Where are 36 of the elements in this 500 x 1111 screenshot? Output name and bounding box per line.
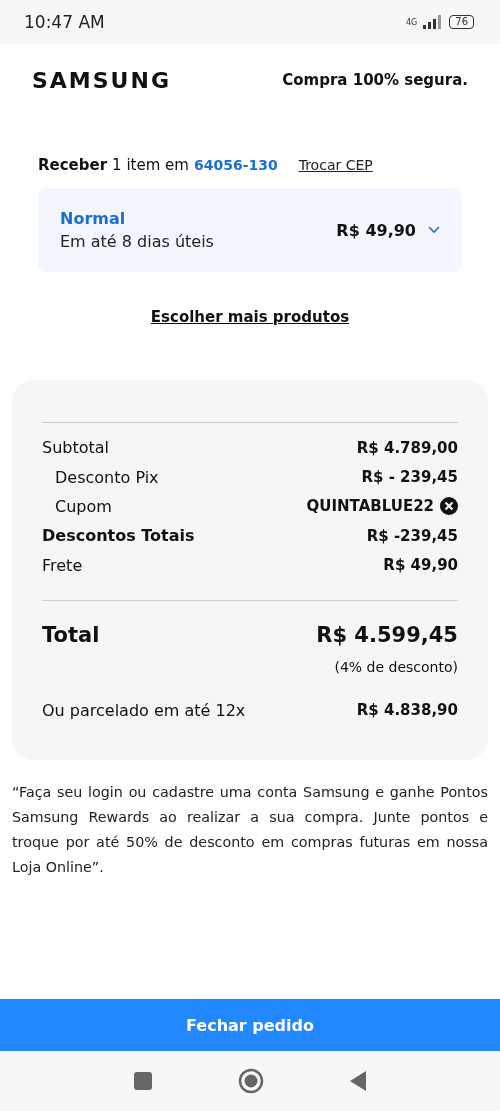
recents-icon[interactable] [132,1071,153,1091]
home-icon[interactable] [238,1068,264,1094]
shipping-name: Normal [60,209,127,228]
brand-logo[interactable]: SAMSUNG [32,67,171,93]
network-label: 4G [405,17,418,27]
summary-label: Cupom [54,496,112,516]
summary-value: R$ 4.789,00 [356,438,458,457]
shipping-price: R$ 49,90 [336,220,416,240]
back-icon[interactable] [349,1070,368,1092]
postal-code: 64056-130 [193,157,278,173]
signal-icon [423,15,444,29]
choose-more-products-link[interactable]: Escolher mais produtos [150,308,350,326]
receive-text: 1 item em [112,156,189,174]
summary-label: Desconto Pix [54,467,159,487]
rewards-note: “Faça seu login ou cadastre uma conta Samsung e ganhe Pontos Samsung Rewards ao realizar a sua compra. Junte pontos e troque por até 50% de desconto em compras futuras em nossa Loja Online”. [12,782,488,877]
summary-label: Descontos Totais [42,526,195,546]
receive-label: Receber [38,156,108,174]
total-label: Total [42,622,100,647]
coupon-code: QUINTABLUE22 [306,497,434,516]
summary-label: Frete [42,555,83,575]
shipping-option[interactable]: Normal Em até 8 dias úteis R$ 49,90 [38,188,462,272]
total-value: R$ 4.599,45 [316,622,458,647]
remove-icon[interactable] [440,497,458,516]
summary-value: R$ -239,45 [366,526,458,545]
shipping-eta: Em até 8 dias úteis [60,232,214,251]
battery-level: 76 [449,15,474,29]
summary-value: R$ 49,90 [383,556,458,575]
installments-value: R$ 4.838,90 [356,700,458,720]
status-time: 10:47 AM [24,12,105,32]
summary-label: Subtotal [42,438,110,458]
secure-purchase-label: Compra 100% segura. [282,71,468,89]
change-cep-link[interactable]: Trocar CEP [298,157,373,173]
chevron-icon[interactable] [428,226,440,234]
summary-value: R$ - 239,45 [361,468,458,487]
installments-label: Ou parcelado em até 12x [42,700,246,720]
discount-note: (4% de desconto) [334,658,458,675]
